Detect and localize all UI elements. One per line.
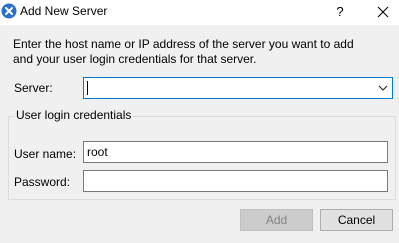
chevron-down-icon[interactable]	[375, 79, 391, 97]
add-button[interactable]: Add	[240, 209, 313, 231]
window-title: Add New Server	[20, 4, 108, 18]
close-window-button[interactable]	[370, 0, 396, 24]
instructions-text: Enter the host name or IP address of the…	[13, 37, 393, 67]
server-label: Server:	[14, 81, 53, 95]
instructions-line-2: and your user login credentials for that…	[13, 52, 257, 66]
text-cursor	[87, 81, 88, 95]
cancel-button[interactable]: Cancel	[320, 209, 393, 231]
password-field[interactable]	[83, 170, 388, 192]
app-close-x-icon	[1, 3, 17, 19]
server-combobox[interactable]	[83, 77, 393, 99]
username-field[interactable]	[83, 141, 388, 163]
password-label: Password:	[14, 175, 71, 189]
username-label: User name:	[14, 147, 77, 161]
credentials-group-label: User login credentials	[14, 108, 134, 122]
instructions-line-1: Enter the host name or IP address of the…	[13, 37, 354, 51]
close-icon	[377, 6, 389, 18]
server-input[interactable]	[87, 80, 367, 96]
help-button[interactable]: ?	[328, 0, 352, 24]
title-bar[interactable]: Add New Server ?	[0, 0, 399, 25]
